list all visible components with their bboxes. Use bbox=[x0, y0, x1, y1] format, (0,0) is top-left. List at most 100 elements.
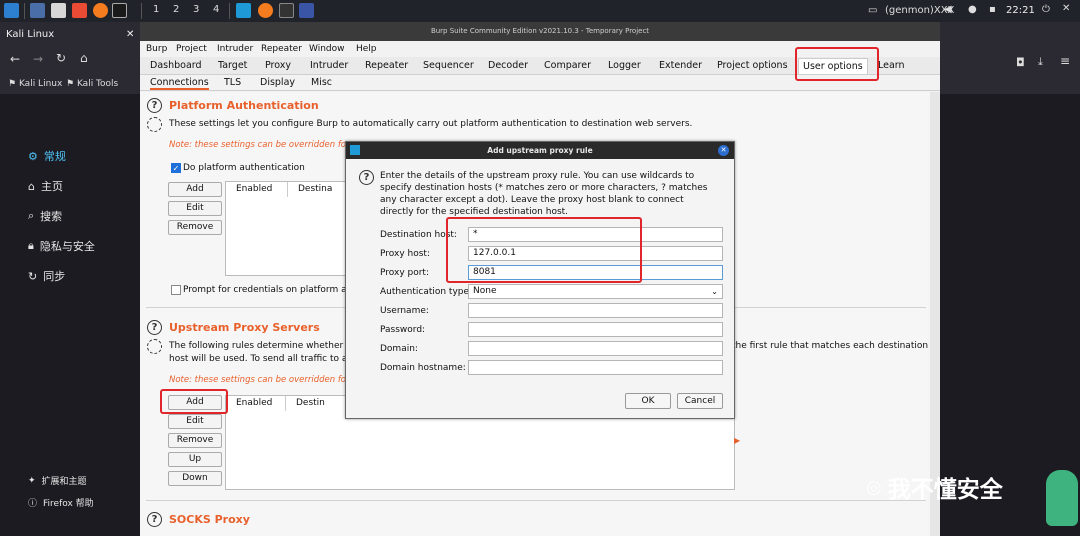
sidebar-item-privacy[interactable]: 🔒︎ 隐私与安全 bbox=[28, 238, 95, 254]
upstream-edit-button[interactable]: Edit bbox=[168, 414, 222, 429]
column-destination[interactable]: Destina bbox=[288, 182, 350, 197]
platform-auth-checkbox[interactable]: ✓ bbox=[171, 163, 181, 173]
menu-burp[interactable]: Burp bbox=[146, 44, 167, 54]
tab-decoder[interactable]: Decoder bbox=[488, 60, 528, 71]
power-icon[interactable]: ⏻ bbox=[1042, 4, 1050, 15]
help-icon[interactable]: ? bbox=[147, 98, 162, 113]
menu-window[interactable]: Window bbox=[309, 44, 345, 54]
platform-remove-button[interactable]: Remove bbox=[168, 220, 222, 235]
platform-add-button[interactable]: Add bbox=[168, 182, 222, 197]
menu-icon[interactable]: ≡ bbox=[1060, 54, 1070, 68]
upstream-up-button[interactable]: Up bbox=[168, 452, 222, 467]
auth-type-select[interactable]: None ⌄ bbox=[468, 284, 723, 299]
domain-label: Domain: bbox=[380, 344, 418, 354]
tab-proxy[interactable]: Proxy bbox=[265, 60, 291, 71]
upstream-remove-button[interactable]: Remove bbox=[168, 433, 222, 448]
bookmark-kali-linux[interactable]: ⚑ Kali Linux bbox=[8, 79, 62, 89]
gear-icon[interactable] bbox=[147, 339, 162, 354]
subtab-display[interactable]: Display bbox=[260, 77, 295, 88]
subtab-misc[interactable]: Misc bbox=[311, 77, 332, 88]
tab-close-icon[interactable]: ✕ bbox=[126, 29, 134, 40]
bookmark-kali-tools[interactable]: ⚑ Kali Tools bbox=[66, 79, 118, 89]
upstream-down-button[interactable]: Down bbox=[168, 471, 222, 486]
workspace-3[interactable]: 3 bbox=[193, 4, 199, 15]
forward-icon[interactable]: → bbox=[33, 52, 43, 66]
tab-extender[interactable]: Extender bbox=[659, 60, 702, 71]
help-icon[interactable]: ? bbox=[147, 512, 162, 527]
tab-learn[interactable]: Learn bbox=[878, 60, 905, 71]
watermark: ◎ 我不懂安全 bbox=[866, 476, 1003, 504]
help-icon[interactable]: ? bbox=[147, 320, 162, 335]
burp-titlebar: Burp Suite Community Edition v2021.10.3 … bbox=[140, 22, 940, 41]
kali-menu-icon[interactable] bbox=[4, 3, 19, 18]
sidebar-item-sync[interactable]: ↻ 同步 bbox=[28, 268, 65, 284]
notification-bell-icon[interactable]: ● bbox=[968, 4, 977, 15]
menu-intruder[interactable]: Intruder bbox=[217, 44, 253, 54]
volume-icon[interactable]: ◀ bbox=[944, 4, 952, 15]
column-enabled[interactable]: Enabled bbox=[226, 396, 286, 411]
puzzle-icon: ✦ bbox=[28, 475, 36, 486]
domain-input[interactable] bbox=[468, 341, 723, 356]
subtab-tls[interactable]: TLS bbox=[224, 77, 241, 88]
password-input[interactable] bbox=[468, 322, 723, 337]
firefox-tab[interactable]: Kali Linux ✕ bbox=[0, 22, 140, 44]
column-destination[interactable]: Destin bbox=[286, 396, 346, 411]
close-icon[interactable]: ✕ bbox=[1062, 3, 1070, 14]
system-taskbar: 1 2 3 4 ▭ (genmon)XXX ◀ ● ▪ 22:21 ⏻ ✕ bbox=[0, 0, 1080, 22]
reload-icon[interactable]: ↻ bbox=[56, 51, 66, 65]
platform-auth-note: Note: these settings can be overridden f… bbox=[169, 140, 347, 150]
document-icon[interactable] bbox=[72, 3, 87, 18]
platform-auth-title: Platform Authentication bbox=[169, 99, 319, 112]
menu-help[interactable]: Help bbox=[356, 44, 377, 54]
close-icon[interactable]: ✕ bbox=[718, 145, 729, 156]
window-task-icon[interactable] bbox=[299, 3, 314, 18]
username-input[interactable] bbox=[468, 303, 723, 318]
menu-repeater[interactable]: Repeater bbox=[261, 44, 302, 54]
download-icon[interactable]: ⤓ bbox=[1038, 55, 1043, 69]
tab-comparer[interactable]: Comparer bbox=[544, 60, 591, 71]
terminal-icon[interactable] bbox=[112, 3, 127, 18]
home-icon: ⌂ bbox=[28, 179, 35, 193]
sidebar-item-home[interactable]: ⌂ 主页 bbox=[28, 178, 63, 194]
workspace-4[interactable]: 4 bbox=[213, 4, 219, 15]
sidebar-item-extensions[interactable]: ✦ 扩展和主题 bbox=[28, 474, 87, 488]
workspace-1[interactable]: 1 bbox=[153, 4, 159, 15]
tab-sequencer[interactable]: Sequencer bbox=[423, 60, 474, 71]
terminal-task-icon[interactable] bbox=[279, 3, 294, 18]
cancel-button[interactable]: Cancel bbox=[677, 393, 723, 409]
sidebar-item-general[interactable]: ⚙ 常规 bbox=[28, 148, 66, 164]
platform-auth-checkbox-label: Do platform authentication bbox=[183, 163, 305, 173]
pocket-icon[interactable]: ◘ bbox=[1016, 56, 1025, 69]
file-manager-icon[interactable] bbox=[51, 3, 66, 18]
domain-hostname-input[interactable] bbox=[468, 360, 723, 375]
burp-task-icon[interactable] bbox=[236, 3, 251, 18]
help-icon[interactable]: ? bbox=[359, 170, 374, 185]
bookmarks-bar: ⚑ Kali Linux ⚑ Kali Tools bbox=[0, 74, 140, 94]
firefox-task-icon[interactable] bbox=[258, 3, 273, 18]
lock-icon[interactable]: ▪ bbox=[989, 4, 996, 15]
platform-auth-table[interactable]: Enabled Destina bbox=[225, 181, 350, 276]
tab-logger[interactable]: Logger bbox=[608, 60, 641, 71]
proxy-port-label: Proxy port: bbox=[380, 268, 429, 278]
menu-project[interactable]: Project bbox=[176, 44, 207, 54]
home-icon[interactable]: ⌂ bbox=[80, 51, 88, 65]
column-enabled[interactable]: Enabled bbox=[226, 182, 288, 197]
back-icon[interactable]: ← bbox=[10, 52, 20, 66]
tab-target[interactable]: Target bbox=[218, 60, 247, 71]
display-icon[interactable]: ▭ bbox=[868, 5, 877, 16]
sidebar-item-search[interactable]: ⌕ 搜索 bbox=[28, 208, 62, 224]
firefox-icon[interactable] bbox=[93, 3, 108, 18]
workspace-2[interactable]: 2 bbox=[173, 4, 179, 15]
gear-icon[interactable] bbox=[147, 117, 162, 132]
desktop-icon[interactable] bbox=[30, 3, 45, 18]
prompt-credentials-checkbox[interactable] bbox=[171, 285, 181, 295]
ok-button[interactable]: OK bbox=[625, 393, 671, 409]
tab-repeater[interactable]: Repeater bbox=[365, 60, 408, 71]
platform-edit-button[interactable]: Edit bbox=[168, 201, 222, 216]
tab-project-options[interactable]: Project options bbox=[717, 60, 788, 71]
tab-intruder[interactable]: Intruder bbox=[310, 60, 348, 71]
tab-dashboard[interactable]: Dashboard bbox=[150, 60, 202, 71]
username-label: Username: bbox=[380, 306, 429, 316]
sidebar-item-help[interactable]: ⓘ Firefox 帮助 bbox=[28, 496, 94, 509]
subtab-connections[interactable]: Connections bbox=[150, 77, 209, 90]
